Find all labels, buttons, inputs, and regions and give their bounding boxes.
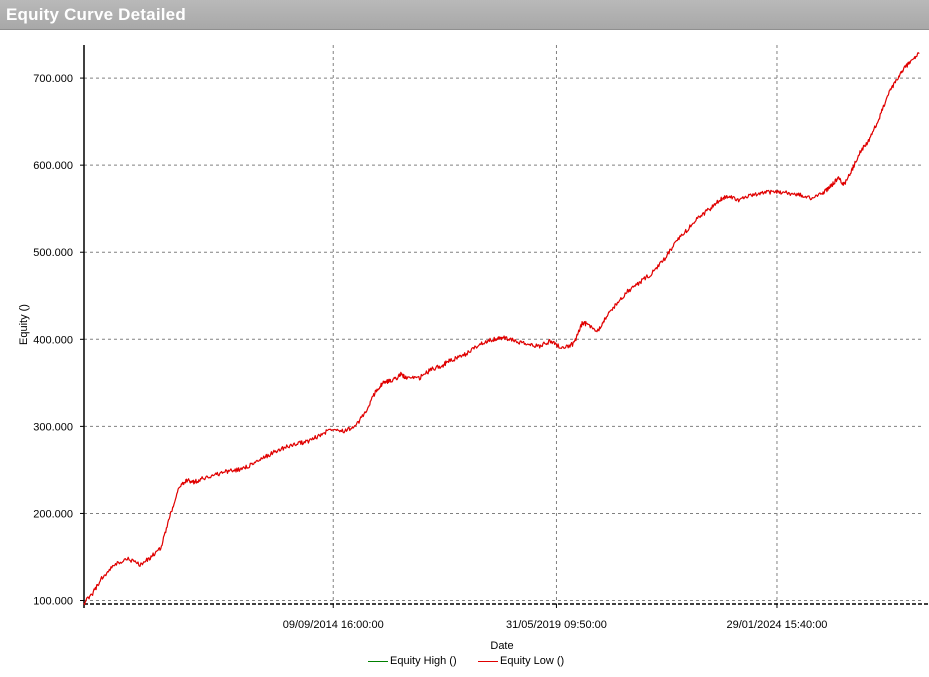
legend-item-equity-low[interactable]: Equity Low () (478, 655, 564, 667)
series-line-equity-low[interactable] (83, 52, 920, 606)
window-title: Equity Curve Detailed (6, 5, 186, 24)
x-axis-label: Date (490, 640, 513, 651)
title-bar[interactable]: Equity Curve Detailed (0, 0, 929, 30)
legend-label-equity-low: Equity Low () (500, 655, 565, 667)
y-tick-label: 200.000 (33, 508, 73, 520)
legend-swatch-equity-high (368, 660, 388, 662)
legend-label-equity-high: Equity High () (390, 655, 457, 667)
x-tick-label: 09/09/2014 16:00:00 (283, 619, 384, 631)
legend: Equity High () Equity Low () (0, 655, 929, 671)
y-tick-label: 700.000 (33, 73, 73, 85)
legend-swatch-equity-low (478, 660, 498, 662)
y-tick-label: 500.000 (33, 247, 73, 259)
x-tick-label: 29/01/2024 15:40:00 (727, 619, 828, 631)
y-tick-label: 400.000 (33, 334, 73, 346)
y-tick-label: 600.000 (33, 160, 73, 172)
y-tick-label: 300.000 (33, 421, 73, 433)
equity-chart[interactable]: 100.000 200.000 300.000 400.000 500.000 600.0… (0, 31, 929, 651)
y-axis-label: Equity () (18, 304, 30, 345)
y-tick-label: 100.000 (33, 596, 73, 608)
x-tick-label: 31/05/2019 09:50:00 (506, 619, 607, 631)
legend-item-equity-high[interactable]: Equity High () (368, 655, 457, 667)
chart-window: Equity Curve Detailed 100.000 200.000 300.… (0, 0, 929, 677)
